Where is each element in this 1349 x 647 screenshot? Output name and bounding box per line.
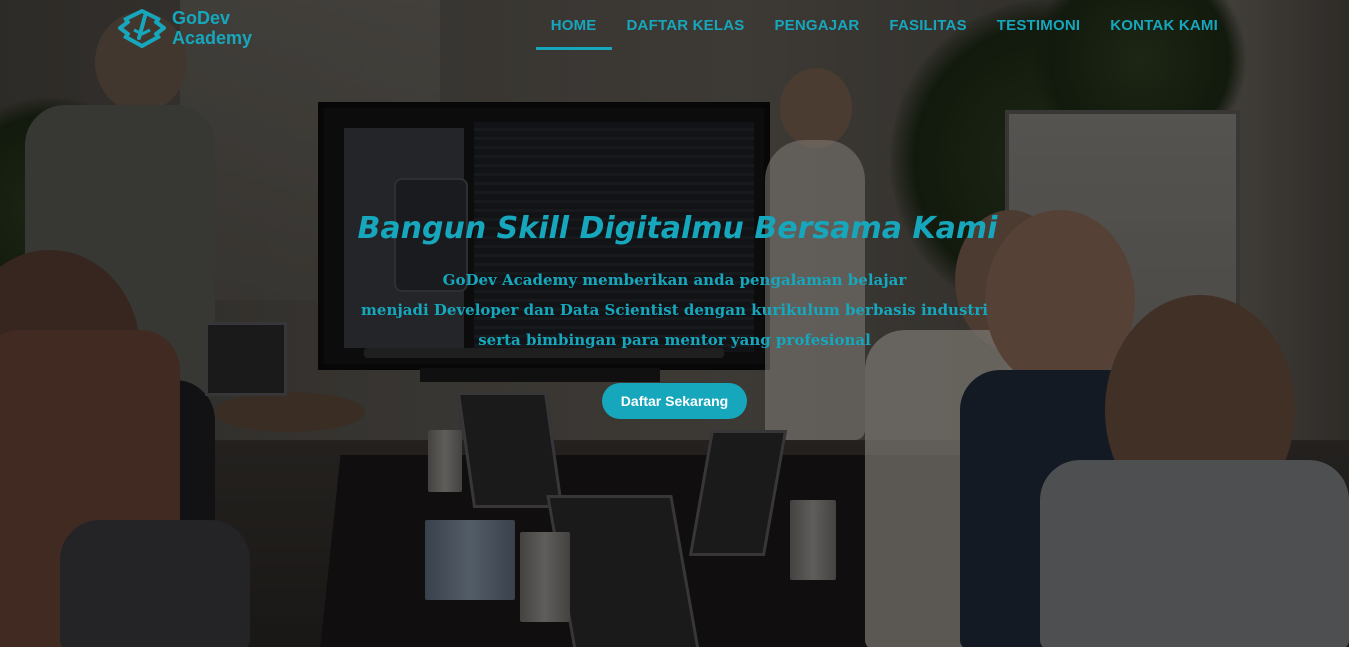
hero-subtitle-line: menjadi Developer dan Data Scientist den… <box>361 301 988 319</box>
nav-item-home[interactable]: HOME <box>535 0 612 50</box>
hero-section: GoDev Academy HOME DAFTAR KELAS PENGAJAR… <box>0 0 1349 647</box>
nav-item-fasilitas[interactable]: FASILITAS <box>874 0 981 50</box>
navbar: GoDev Academy HOME DAFTAR KELAS PENGAJAR… <box>0 0 1349 56</box>
brand-name-line2: Academy <box>172 28 253 48</box>
nav-item-pengajar[interactable]: PENGAJAR <box>759 0 874 50</box>
nav-item-testimoni[interactable]: TESTIMONI <box>982 0 1095 50</box>
brand-logo[interactable]: GoDev Academy <box>114 6 252 50</box>
brand-name: GoDev Academy <box>172 8 252 48</box>
nav-item-kontak-kami[interactable]: KONTAK KAMI <box>1095 0 1233 50</box>
code-box-icon <box>118 9 166 48</box>
nav-item-daftar-kelas[interactable]: DAFTAR KELAS <box>612 0 760 50</box>
hero-subtitle-line: GoDev Academy memberikan anda pengalaman… <box>442 271 907 289</box>
daftar-sekarang-button[interactable]: Daftar Sekarang <box>601 383 748 419</box>
hero-content: Bangun Skill Digitalmu Bersama Kami GoDe… <box>0 205 1349 419</box>
hero-title: Bangun Skill Digitalmu Bersama Kami <box>357 211 998 246</box>
hero-subtitle: GoDev Academy memberikan anda pengalaman… <box>0 265 1349 355</box>
brand-name-line1: GoDev <box>172 8 231 28</box>
nav-menu: HOME DAFTAR KELAS PENGAJAR FASILITAS TES… <box>535 0 1233 50</box>
hero-subtitle-line: serta bimbingan para mentor yang profesi… <box>478 331 871 349</box>
